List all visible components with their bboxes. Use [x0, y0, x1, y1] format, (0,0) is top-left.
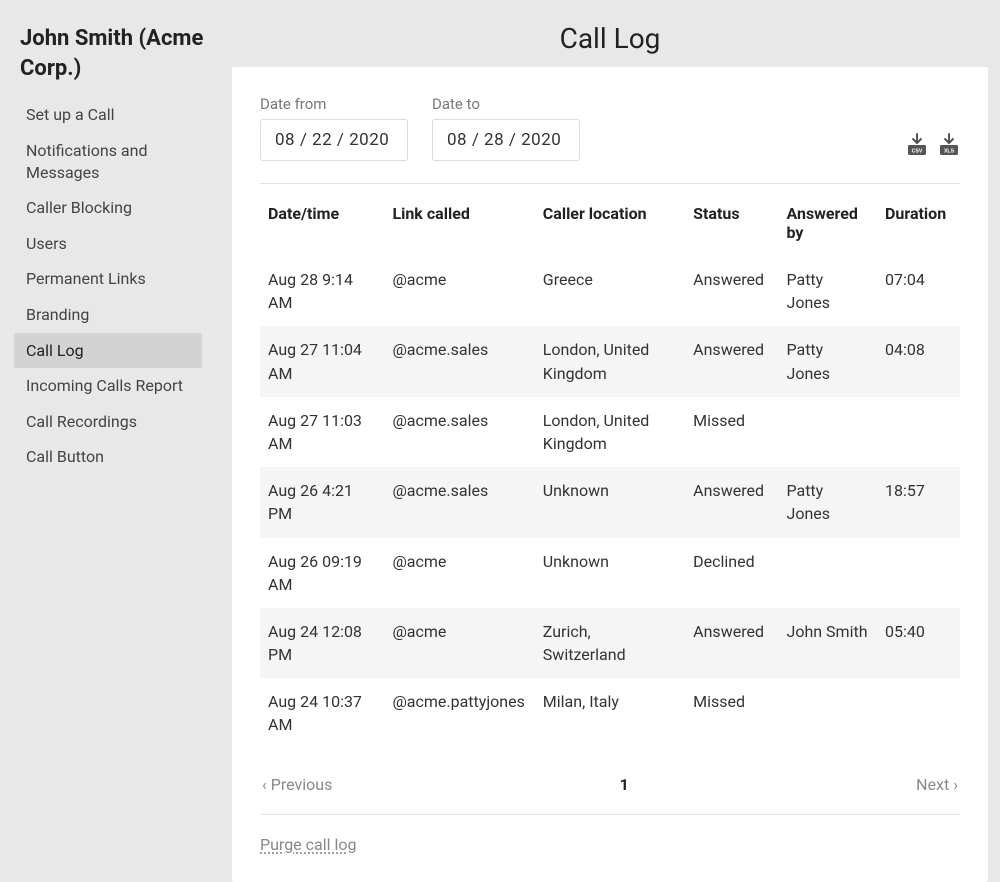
- cell-status: Answered: [685, 256, 778, 326]
- table-row: Aug 24 10:37 AM@acme.pattyjonesMilan, It…: [260, 678, 960, 748]
- cell-link: @acme: [384, 538, 534, 608]
- cell-status: Declined: [685, 538, 778, 608]
- sidebar-item-caller-blocking[interactable]: Caller Blocking: [14, 190, 202, 226]
- cell-answered_by: [778, 397, 877, 467]
- cell-duration: 18:57: [877, 467, 960, 537]
- cell-duration: [877, 538, 960, 608]
- date-to-input[interactable]: [432, 119, 580, 161]
- main: Call Log Date from Date to CSV: [232, 0, 1000, 823]
- cell-datetime: Aug 27 11:03 AM: [260, 397, 384, 467]
- date-to-label: Date to: [432, 95, 580, 113]
- cell-datetime: Aug 24 12:08 PM: [260, 608, 384, 678]
- col-answered-by: Answered by: [778, 190, 877, 256]
- call-log-card: Date from Date to CSV: [232, 67, 988, 882]
- svg-text:XLS: XLS: [944, 149, 955, 155]
- sidebar-item-users[interactable]: Users: [14, 226, 202, 262]
- cell-answered_by: Patty Jones: [778, 256, 877, 326]
- cell-answered_by: [778, 678, 877, 748]
- pagination: ‹ Previous 1 Next ›: [260, 749, 960, 815]
- call-log-table: Date/time Link called Caller location St…: [260, 190, 960, 749]
- cell-answered_by: [778, 538, 877, 608]
- sidebar-item-permanent-links[interactable]: Permanent Links: [14, 261, 202, 297]
- sidebar-nav: Set up a CallNotifications and MessagesC…: [0, 97, 232, 475]
- cell-datetime: Aug 28 9:14 AM: [260, 256, 384, 326]
- cell-location: Milan, Italy: [535, 678, 685, 748]
- download-csv-icon[interactable]: CSV: [906, 133, 928, 157]
- table-row: Aug 27 11:04 AM@acme.salesLondon, United…: [260, 326, 960, 396]
- sidebar-item-notifications-and-messages[interactable]: Notifications and Messages: [14, 133, 202, 190]
- date-from-field: Date from: [260, 95, 408, 161]
- cell-status: Answered: [685, 467, 778, 537]
- download-xls-icon[interactable]: XLS: [938, 133, 960, 157]
- table-row: Aug 24 12:08 PM@acmeZurich, SwitzerlandA…: [260, 608, 960, 678]
- sidebar-item-call-button[interactable]: Call Button: [14, 439, 202, 475]
- sidebar-item-incoming-calls-report[interactable]: Incoming Calls Report: [14, 368, 202, 404]
- cell-datetime: Aug 24 10:37 AM: [260, 678, 384, 748]
- cell-answered_by: Patty Jones: [778, 467, 877, 537]
- cell-link: @acme.sales: [384, 397, 534, 467]
- cell-duration: 05:40: [877, 608, 960, 678]
- cell-location: London, United Kingdom: [535, 326, 685, 396]
- pagination-page: 1: [620, 775, 629, 794]
- download-icons: CSV XLS: [906, 133, 960, 161]
- cell-link: @acme.sales: [384, 467, 534, 537]
- sidebar: John Smith (Acme Corp.) Set up a CallNot…: [0, 0, 232, 823]
- cell-link: @acme.pattyjones: [384, 678, 534, 748]
- cell-link: @acme.sales: [384, 326, 534, 396]
- col-datetime: Date/time: [260, 190, 384, 256]
- cell-status: Missed: [685, 397, 778, 467]
- page-title: Call Log: [232, 0, 988, 67]
- cell-answered_by: John Smith: [778, 608, 877, 678]
- cell-duration: [877, 678, 960, 748]
- table-row: Aug 26 09:19 AM@acmeUnknownDeclined: [260, 538, 960, 608]
- sidebar-item-call-recordings[interactable]: Call Recordings: [14, 404, 202, 440]
- cell-link: @acme: [384, 256, 534, 326]
- cell-duration: 04:08: [877, 326, 960, 396]
- col-link: Link called: [384, 190, 534, 256]
- table-row: Aug 28 9:14 AM@acmeGreeceAnsweredPatty J…: [260, 256, 960, 326]
- table-row: Aug 27 11:03 AM@acme.salesLondon, United…: [260, 397, 960, 467]
- cell-datetime: Aug 26 09:19 AM: [260, 538, 384, 608]
- cell-location: London, United Kingdom: [535, 397, 685, 467]
- cell-location: Unknown: [535, 467, 685, 537]
- cell-location: Unknown: [535, 538, 685, 608]
- cell-answered_by: Patty Jones: [778, 326, 877, 396]
- cell-status: Missed: [685, 678, 778, 748]
- cell-status: Answered: [685, 326, 778, 396]
- col-location: Caller location: [535, 190, 685, 256]
- purge-call-log-link[interactable]: Purge call log: [260, 835, 356, 854]
- account-title: John Smith (Acme Corp.): [0, 24, 232, 91]
- col-duration: Duration: [877, 190, 960, 256]
- sidebar-item-call-log[interactable]: Call Log: [14, 333, 202, 369]
- cell-datetime: Aug 26 4:21 PM: [260, 467, 384, 537]
- date-from-input[interactable]: [260, 119, 408, 161]
- date-to-field: Date to: [432, 95, 580, 161]
- date-from-label: Date from: [260, 95, 408, 113]
- sidebar-item-set-up-a-call[interactable]: Set up a Call: [14, 97, 202, 133]
- table-row: Aug 26 4:21 PM@acme.salesUnknownAnswered…: [260, 467, 960, 537]
- pagination-prev[interactable]: ‹ Previous: [262, 775, 332, 794]
- col-status: Status: [685, 190, 778, 256]
- cell-datetime: Aug 27 11:04 AM: [260, 326, 384, 396]
- sidebar-item-branding[interactable]: Branding: [14, 297, 202, 333]
- cell-duration: [877, 397, 960, 467]
- cell-status: Answered: [685, 608, 778, 678]
- cell-duration: 07:04: [877, 256, 960, 326]
- cell-link: @acme: [384, 608, 534, 678]
- pagination-next[interactable]: Next ›: [916, 775, 958, 794]
- cell-location: Zurich, Switzerland: [535, 608, 685, 678]
- cell-location: Greece: [535, 256, 685, 326]
- svg-text:CSV: CSV: [912, 149, 923, 155]
- filters-row: Date from Date to CSV: [260, 95, 960, 184]
